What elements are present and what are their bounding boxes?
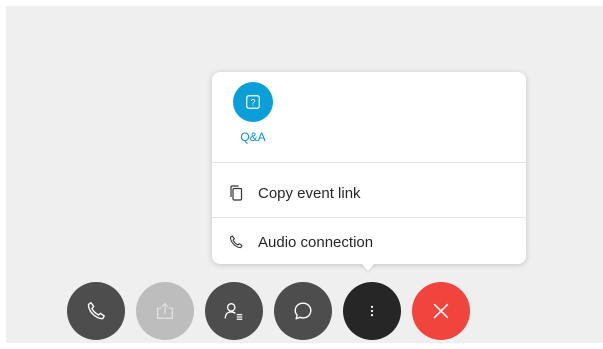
leave-button[interactable]	[412, 282, 470, 340]
menu-divider	[212, 162, 526, 163]
phone-icon	[228, 234, 244, 250]
participants-button[interactable]	[205, 282, 263, 340]
qa-icon-circle: ?	[233, 82, 273, 122]
audio-button[interactable]	[67, 282, 125, 340]
qa-icon: ?	[246, 95, 260, 109]
close-icon	[433, 303, 449, 319]
qa-button[interactable]: ? Q&A	[232, 82, 274, 144]
more-options-button[interactable]	[343, 282, 401, 340]
phone-icon	[87, 302, 105, 320]
share-button[interactable]	[136, 282, 194, 340]
svg-text:?: ?	[250, 98, 255, 108]
participants-icon	[224, 302, 243, 320]
copy-event-link-item[interactable]: Copy event link	[212, 169, 526, 217]
more-vertical-icon	[370, 305, 374, 317]
more-options-menu: ? Q&A Copy event link Audio connection	[212, 72, 526, 264]
chat-button[interactable]	[274, 282, 332, 340]
audio-connection-item[interactable]: Audio connection	[212, 218, 526, 266]
qa-label: Q&A	[240, 130, 266, 144]
menu-pointer	[360, 262, 376, 271]
copy-event-link-label: Copy event link	[258, 184, 361, 202]
share-icon	[156, 302, 174, 320]
chat-icon	[294, 302, 312, 320]
meeting-stage: ? Q&A Copy event link Audio connection	[6, 6, 603, 343]
audio-connection-label: Audio connection	[258, 233, 374, 251]
copy-icon	[228, 185, 244, 201]
